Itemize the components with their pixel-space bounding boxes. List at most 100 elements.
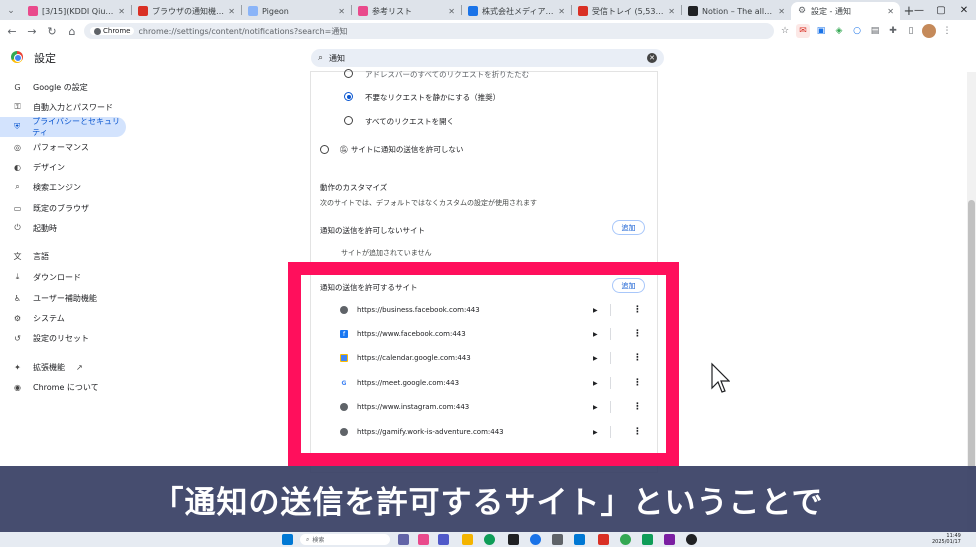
close-icon[interactable]: ✕ [778, 7, 785, 16]
app-icon[interactable] [642, 534, 653, 545]
sidebar-item-system[interactable]: ⚙ システム [0, 308, 126, 328]
sidebar-item-google[interactable]: G Google の設定 [0, 77, 126, 97]
edge-icon[interactable] [484, 534, 495, 545]
extensions-puzzle-icon[interactable]: ✚ [886, 24, 900, 38]
tab-favicon [358, 6, 368, 16]
folder-icon[interactable] [462, 534, 473, 545]
tab-6[interactable]: Notion – The all-in-one wo...✕ [682, 2, 791, 20]
sidebar-item-autofill[interactable]: ⚿ 自動入力とパスワード [0, 97, 126, 117]
minimize-button[interactable]: — [908, 0, 930, 20]
google-icon: G [14, 82, 21, 92]
tab-5[interactable]: 受信トレイ (5,535) - kobay...✕ [572, 2, 681, 20]
radio-collapse[interactable] [344, 69, 353, 78]
system-clock[interactable]: 11:49 2025/01/17 [932, 533, 961, 545]
wrench-icon: ⚙ [13, 313, 22, 323]
search-icon: ⌕ [306, 535, 310, 543]
settings-search[interactable]: ⌕ ✕ [311, 49, 664, 67]
app-icon[interactable] [398, 534, 409, 545]
highlight-box [288, 262, 679, 466]
site-info-chip[interactable]: Chrome [90, 27, 135, 35]
radio-quiet[interactable] [344, 92, 353, 101]
close-window-button[interactable]: ✕ [953, 0, 975, 20]
sidebar-item-about[interactable]: ◉ Chrome について [0, 377, 126, 397]
tab-7-active[interactable]: ⚙ 設定 - 通知 ✕ [791, 2, 900, 20]
sidebar-item-privacy[interactable]: ⛨ プライバシーとセキュリティ [0, 117, 126, 137]
sidebar-item-startup[interactable]: ⏻ 起動時 [0, 218, 126, 238]
close-icon[interactable]: ✕ [338, 7, 345, 16]
tab-search-icon[interactable]: ⌄ [0, 2, 22, 20]
avatar[interactable] [922, 24, 936, 38]
blocked-sites-title: 通知の送信を許可しないサイト [320, 226, 425, 235]
reload-button[interactable]: ↻ [44, 23, 60, 39]
sidebar-item-extensions[interactable]: ✦ 拡張機能 ↗ [0, 357, 126, 377]
maximize-button[interactable]: ▢ [930, 0, 952, 20]
taskbar-search[interactable]: ⌕ 検索 [300, 534, 390, 545]
close-icon[interactable]: ✕ [668, 7, 675, 16]
sidebar-item-downloads[interactable]: ⤓ ダウンロード [0, 267, 126, 287]
app-icon[interactable] [574, 534, 585, 545]
tab-4[interactable]: 株式会社メディアラボ アル...✕ [462, 2, 571, 20]
url-text: chrome://settings/content/notifications?… [138, 26, 348, 36]
close-icon[interactable]: ✕ [118, 7, 125, 16]
chrome-logo-icon [11, 51, 23, 63]
extension-icon[interactable]: ○ [850, 24, 864, 38]
bookmark-star-icon[interactable]: ☆ [778, 24, 792, 38]
scrollbar-thumb[interactable] [968, 200, 975, 470]
app-icon[interactable] [530, 534, 541, 545]
add-blocked-site-button[interactable]: 追加 [612, 220, 645, 235]
sidebar-item-reset[interactable]: ↺ 設定のリセット [0, 328, 126, 348]
tab-strip: ⌄ [3/15](KDDI Qiutwork · ...✕ ブラウザの通知機能か… [0, 0, 976, 20]
tab-1[interactable]: ブラウザの通知機能から不申...✕ [132, 2, 241, 20]
close-icon[interactable]: ✕ [228, 7, 235, 16]
clear-search-icon[interactable]: ✕ [647, 53, 657, 63]
tab-favicon [468, 6, 478, 16]
address-bar[interactable]: Chrome chrome://settings/content/notific… [84, 23, 774, 39]
search-input[interactable] [329, 53, 641, 63]
app-icon[interactable] [552, 534, 563, 545]
extension-icon[interactable]: ▤ [868, 24, 882, 38]
close-icon[interactable]: ✕ [558, 7, 565, 16]
forward-button[interactable]: → [24, 23, 40, 39]
browser-icon: ▭ [13, 203, 22, 213]
page-scrollbar[interactable] [967, 72, 976, 532]
close-icon[interactable]: ✕ [887, 7, 894, 16]
subtitle-caption: 「通知の送信を許可するサイト」ということで [0, 466, 976, 532]
radio-expand[interactable] [344, 116, 353, 125]
search-icon: ⌕ [15, 182, 20, 191]
home-button[interactable]: ⌂ [64, 23, 80, 39]
sidepanel-icon[interactable]: ▯ [904, 24, 918, 38]
radio-label: すべてのリクエストを開く [365, 117, 455, 126]
extension-icon[interactable]: ▣ [814, 24, 828, 38]
tab-0[interactable]: [3/15](KDDI Qiutwork · ...✕ [22, 2, 131, 20]
windows-start-icon[interactable] [282, 534, 293, 545]
sidebar-item-languages[interactable]: 文言語 [0, 246, 126, 266]
close-icon[interactable]: ✕ [448, 7, 455, 16]
app-icon[interactable] [418, 534, 429, 545]
search-icon: ⌕ [318, 53, 324, 63]
gear-icon: ⚙ [797, 6, 807, 16]
sidebar-item-default-browser[interactable]: ▭ 既定のブラウザ [0, 198, 126, 218]
tab-favicon [28, 6, 38, 16]
sidebar-item-search-engine[interactable]: ⌕ 検索エンジン [0, 177, 126, 197]
app-icon[interactable] [664, 534, 675, 545]
page-title: 設定 [34, 52, 56, 65]
tab-favicon [578, 6, 588, 16]
chrome-icon[interactable] [620, 534, 631, 545]
sidebar-item-appearance[interactable]: ◐ デザイン [0, 157, 126, 177]
shield-icon: ⛨ [14, 122, 21, 131]
chrome-icon: ◉ [14, 382, 21, 392]
app-icon[interactable] [598, 534, 609, 545]
extension-icon[interactable]: ◈ [832, 24, 846, 38]
app-icon[interactable] [508, 534, 519, 545]
app-icon[interactable] [438, 534, 449, 545]
sidebar-item-accessibility[interactable]: ♿ ユーザー補助機能 [0, 288, 126, 308]
sidebar-item-performance[interactable]: ◎ パフォーマンス [0, 137, 126, 157]
tab-2[interactable]: Pigeon ✕ [242, 2, 351, 20]
extension-icon[interactable]: ✉ [796, 24, 810, 38]
tab-3[interactable]: 参考リスト ✕ [352, 2, 461, 20]
app-icon[interactable] [686, 534, 697, 545]
menu-icon[interactable]: ⋮ [940, 24, 954, 38]
back-button[interactable]: ← [4, 23, 20, 39]
radio-block[interactable] [320, 145, 329, 154]
browser-toolbar: ← → ↻ ⌂ Chrome chrome://settings/content… [0, 20, 976, 42]
